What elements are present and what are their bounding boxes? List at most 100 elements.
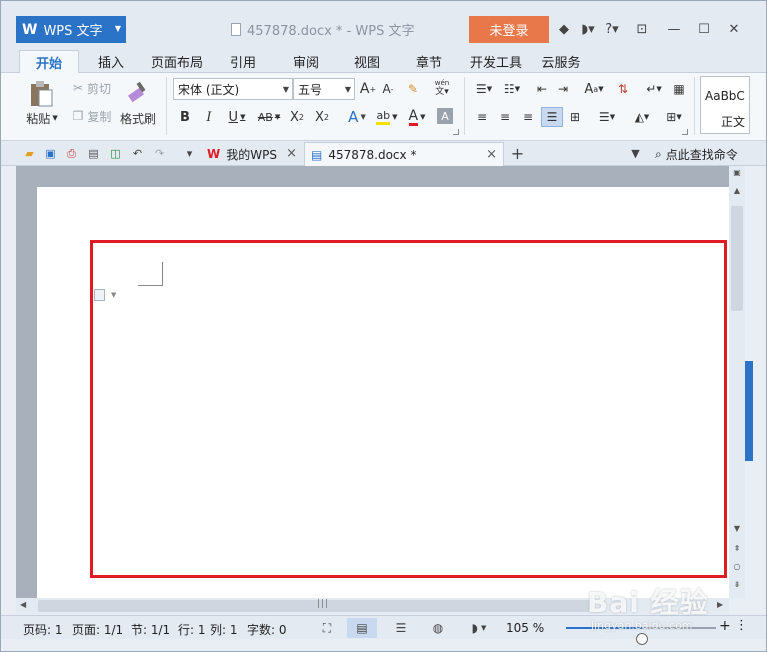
format-painter-icon[interactable] (123, 77, 153, 107)
paste-icon[interactable] (27, 79, 55, 109)
justify-icon[interactable]: ☰ (541, 107, 563, 127)
vertical-scroll-thumb[interactable] (731, 206, 743, 311)
text-effect-icon[interactable]: A ▼ (343, 107, 371, 127)
export-pdf-icon[interactable]: ⎙ (63, 145, 80, 162)
grow-font-icon[interactable]: A + (359, 79, 377, 99)
print-icon[interactable]: ▤ (85, 145, 102, 162)
maximize-icon[interactable]: ☐ (693, 18, 715, 40)
help-icon[interactable]: ?▾ (601, 18, 623, 40)
numbered-list-icon[interactable]: ☷ ▼ (499, 79, 525, 99)
shrink-font-icon[interactable]: A- (379, 79, 397, 99)
horizontal-scroll-thumb[interactable] (38, 600, 593, 612)
tab-chapter[interactable]: 章节 (407, 50, 451, 73)
open-folder-icon[interactable]: ▰ (21, 145, 38, 162)
align-left-icon[interactable]: ≡ (473, 107, 491, 127)
sort-icon[interactable]: ⇅ (613, 79, 633, 99)
status-menu-icon[interactable]: ⋮ (735, 618, 748, 633)
login-button[interactable]: 未登录 (469, 16, 549, 43)
italic-icon[interactable]: I (201, 107, 217, 127)
save-icon[interactable]: ▣ (42, 145, 59, 162)
style-gallery[interactable]: AaBbC 正文 (700, 76, 750, 134)
status-page-number[interactable]: 页码: 1 (23, 621, 63, 638)
paragraph-dialog-launcher-icon[interactable] (682, 129, 688, 135)
close-tab-icon[interactable]: × (286, 146, 297, 161)
app-menu-button[interactable]: W WPS 文字 ▼ (16, 16, 126, 43)
character-shading-icon[interactable]: A (437, 108, 453, 124)
full-screen-icon[interactable]: ⛶ (312, 618, 342, 638)
doc-tab-active[interactable]: ▤ 457878.docx * × (304, 142, 504, 166)
paste-button[interactable]: 粘贴 ▼ (23, 109, 61, 127)
ruler-toggle-icon[interactable]: ▣ (732, 168, 742, 177)
previous-page-icon[interactable]: ⇞ (732, 544, 742, 553)
underline-icon[interactable]: U ▼ (225, 107, 249, 127)
tab-insert[interactable]: 插入 (89, 50, 133, 73)
scroll-left-icon[interactable]: ◀ (20, 600, 26, 609)
tab-review[interactable]: 审阅 (284, 50, 328, 73)
restore-ribbon-icon[interactable]: ⊡ (631, 18, 653, 40)
superscript-icon[interactable]: X2 (287, 107, 307, 127)
customize-toolbar-icon[interactable]: ▾ (181, 145, 198, 162)
document-area[interactable]: ▼ (16, 166, 729, 598)
undo-icon[interactable]: ↶ (129, 145, 146, 162)
vertical-scrollbar[interactable]: ▣ ▲ ▼ ⇞ ○ ⇟ (729, 166, 745, 598)
page-view-icon[interactable]: ▤ (347, 618, 377, 638)
feedback-flag-icon[interactable]: ▼ (627, 145, 644, 162)
doc-tab-my-wps[interactable]: W 我的WPS × (205, 142, 303, 166)
status-section[interactable]: 节: 1/1 (131, 621, 170, 638)
tab-page-layout[interactable]: 页面布局 (147, 50, 207, 73)
select-browse-object-icon[interactable]: ○ (732, 562, 742, 571)
print-preview-icon[interactable]: ◫ (107, 145, 124, 162)
command-search[interactable]: ⌕ 点此查找命令 (651, 142, 763, 166)
distributed-align-icon[interactable]: ⊞ (565, 107, 585, 127)
align-right-icon[interactable]: ≡ (519, 107, 537, 127)
font-dialog-launcher-icon[interactable] (453, 129, 459, 135)
close-icon[interactable]: ✕ (723, 18, 745, 40)
borders-icon[interactable]: ⊞ ▼ (660, 107, 688, 127)
next-page-icon[interactable]: ⇟ (732, 580, 742, 589)
decrease-indent-icon[interactable]: ⇤ (533, 79, 551, 99)
tab-developer-tools[interactable]: 开发工具 (466, 50, 526, 73)
status-column[interactable]: 列: 1 (210, 621, 238, 638)
status-pages[interactable]: 页面: 1/1 (72, 621, 123, 638)
subscript-icon[interactable]: X2 (312, 107, 332, 127)
outline-view-icon[interactable]: ☰ (386, 618, 416, 638)
tab-references[interactable]: 引用 (221, 50, 265, 73)
document-icon (231, 23, 241, 36)
shading-icon[interactable]: ◭ ▼ (628, 107, 656, 127)
align-center-icon[interactable]: ≡ (496, 107, 514, 127)
scroll-up-icon[interactable]: ▲ (732, 186, 742, 195)
increase-indent-icon[interactable]: ⇥ (554, 79, 572, 99)
zoom-level[interactable]: 105 % (506, 621, 544, 635)
cut-button[interactable]: ✂ 剪切 (67, 79, 117, 97)
copy-button[interactable]: ❐ 复制 (67, 107, 117, 125)
minimize-icon[interactable]: — (663, 18, 685, 40)
phonetic-guide-icon[interactable]: wén 文▾ (429, 77, 455, 99)
font-color-icon[interactable]: A ▼ (403, 107, 431, 127)
tab-view[interactable]: 视图 (345, 50, 389, 73)
bullet-list-icon[interactable]: ☰ ▼ (471, 79, 497, 99)
status-word-count[interactable]: 字数: 0 (247, 621, 287, 638)
clear-format-icon[interactable]: ✎ (404, 79, 422, 99)
status-line[interactable]: 行: 1 (178, 621, 206, 638)
font-size-select[interactable]: 五号 ▼ (293, 78, 355, 100)
skin-icon[interactable]: ◆ (553, 18, 575, 40)
show-marks-icon[interactable]: ↵ ▼ (642, 79, 666, 99)
close-tab-icon[interactable]: × (486, 147, 497, 162)
web-view-icon[interactable]: ◍ (423, 618, 453, 638)
table-icon[interactable]: ▦ (669, 79, 689, 99)
format-painter-button[interactable]: 格式刷 (117, 109, 159, 127)
reading-view-icon[interactable]: ◗ ▼ (459, 618, 499, 638)
tab-cloud-services[interactable]: 云服务 (538, 50, 584, 73)
task-pane-toggle[interactable] (745, 361, 753, 461)
strikethrough-icon[interactable]: AB ▼ (254, 107, 284, 127)
bold-icon[interactable]: B (177, 107, 193, 127)
line-spacing-icon[interactable]: ☰ ▼ (593, 107, 621, 127)
scroll-down-icon[interactable]: ▼ (732, 524, 742, 533)
feedback-icon[interactable]: ◗▾ (577, 18, 599, 40)
redo-icon[interactable]: ↷ (151, 145, 168, 162)
tab-home[interactable]: 开始 (19, 50, 79, 73)
highlight-color-icon[interactable]: ab ▼ (373, 107, 401, 127)
change-case-icon[interactable]: Aa ▼ (579, 79, 609, 99)
new-tab-icon[interactable]: + (509, 144, 526, 163)
font-name-select[interactable]: 宋体 (正文) ▼ (173, 78, 293, 100)
